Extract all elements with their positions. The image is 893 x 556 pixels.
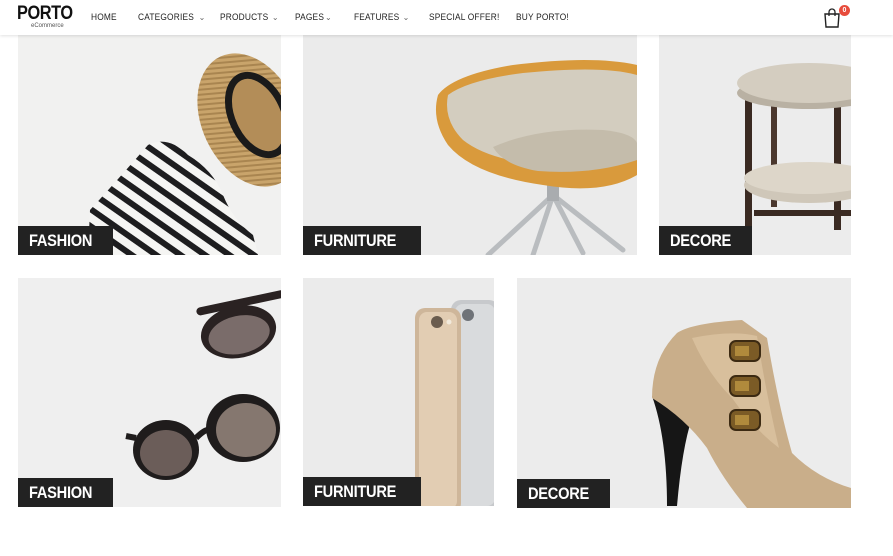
tile-label: DECORE	[659, 226, 752, 255]
side-table-image	[659, 35, 851, 255]
ankle-boot-image	[517, 278, 851, 508]
tile-label: FASHION	[18, 226, 114, 255]
sunglasses-image	[18, 278, 281, 507]
phones-image	[303, 278, 494, 506]
category-tile-decore-2[interactable]: DECORE	[517, 278, 851, 508]
hat-shirt-image	[18, 35, 281, 255]
tile-label: FASHION	[18, 478, 114, 507]
site-header: PORTO eCommerce HOME CATEGORIES ⌄ PRODUCT…	[0, 0, 893, 35]
nav-label: HOME	[91, 12, 117, 23]
nav-features[interactable]: FEATURES ⌄	[354, 11, 409, 25]
nav-home[interactable]: HOME	[91, 11, 120, 25]
logo[interactable]: PORTO eCommerce	[17, 3, 73, 32]
nav-label: PRODUCTS	[220, 12, 269, 23]
cart-button[interactable]: 0	[822, 5, 850, 29]
nav-label: CATEGORIES	[138, 12, 194, 23]
chair-image	[303, 35, 637, 255]
category-tile-fashion-2[interactable]: FASHION	[18, 278, 281, 507]
nav-categories[interactable]: CATEGORIES ⌄	[138, 11, 206, 25]
logo-subtitle: eCommerce	[31, 23, 64, 29]
chevron-down-icon: ⌄	[325, 13, 332, 22]
nav-special-offer[interactable]: SPECIAL OFFER!	[429, 11, 509, 25]
chevron-down-icon: ⌄	[198, 13, 206, 22]
tile-label: FURNITURE	[303, 477, 421, 506]
category-tile-furniture-2[interactable]: FURNITURE	[303, 278, 494, 506]
tile-label: FURNITURE	[303, 226, 421, 255]
logo-title: PORTO	[17, 3, 73, 24]
nav-buy-porto[interactable]: BUY PORTO!	[516, 11, 576, 25]
category-tile-decore[interactable]: DECORE	[659, 35, 851, 255]
chevron-down-icon: ⌄	[402, 13, 410, 22]
nav-pages[interactable]: PAGES⌄	[295, 11, 332, 25]
nav-label: FEATURES	[354, 12, 400, 23]
nav-label: BUY PORTO!	[516, 12, 569, 23]
category-tile-fashion[interactable]: FASHION	[18, 35, 281, 255]
nav-label: PAGES	[295, 12, 325, 23]
cart-count-badge: 0	[839, 5, 850, 16]
tile-label: DECORE	[517, 479, 610, 508]
nav-label: SPECIAL OFFER!	[429, 12, 500, 23]
chevron-down-icon: ⌄	[271, 13, 279, 22]
category-tile-furniture[interactable]: FURNITURE	[303, 35, 637, 255]
nav-products[interactable]: PRODUCTS ⌄	[220, 11, 279, 25]
